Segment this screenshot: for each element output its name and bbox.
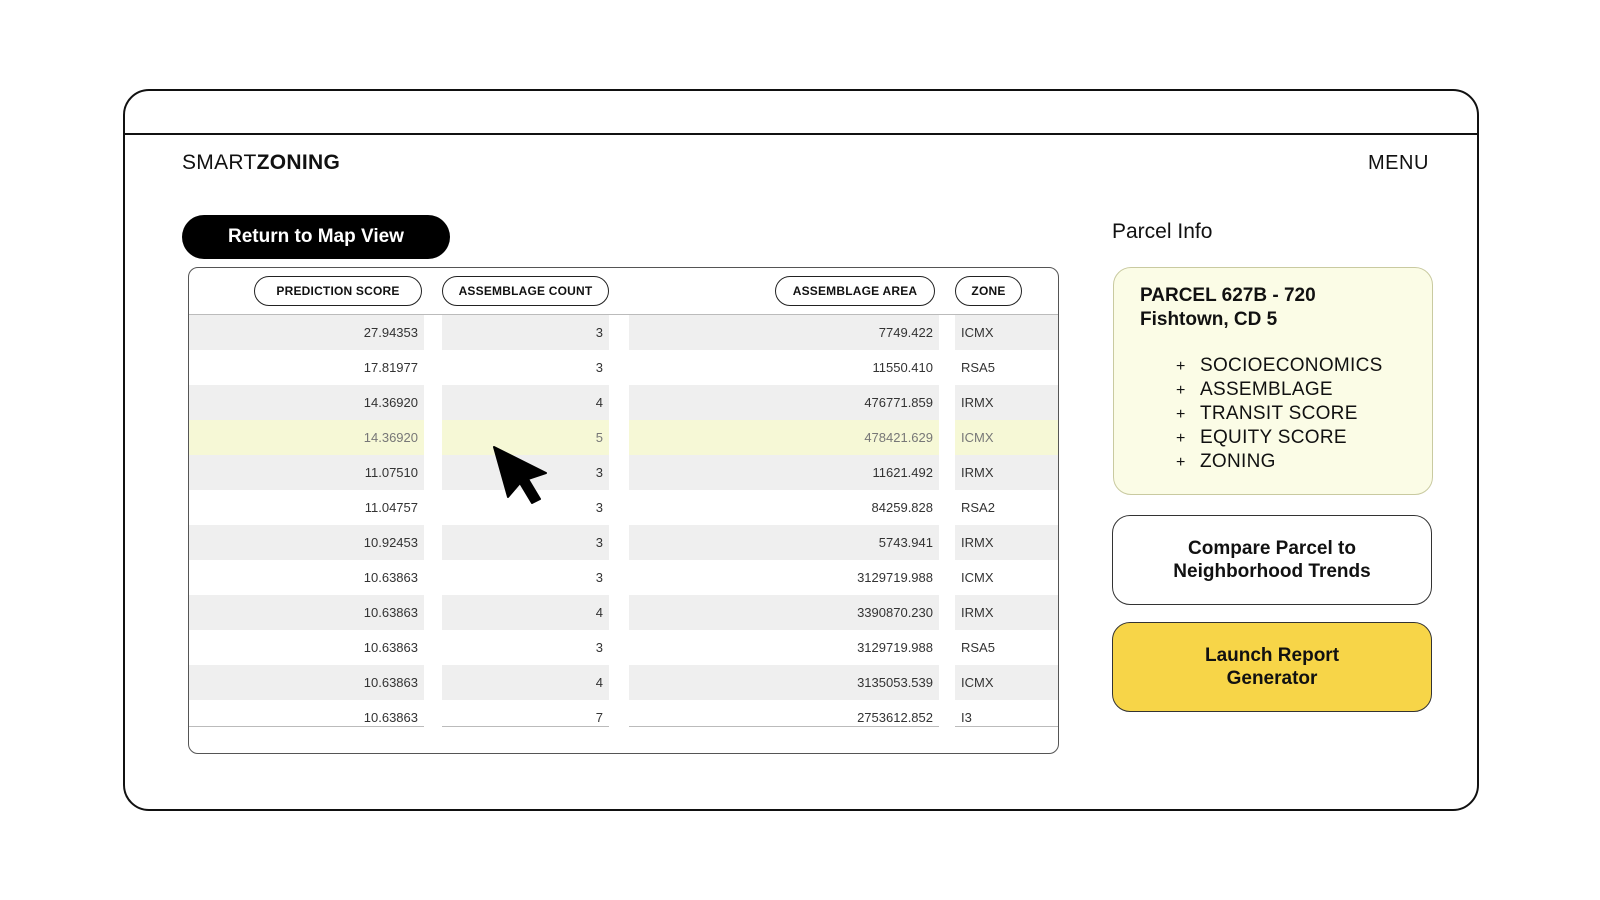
mouse-pointer-icon (493, 446, 547, 504)
cell-zone: ICMX (955, 315, 1058, 350)
cell-assemblage-count: 3 (595, 640, 603, 655)
parcel-info-title: Parcel Info (1112, 220, 1213, 243)
table-row[interactable]: 10.63863 3 3129719.988 RSA5 (189, 630, 1058, 665)
cell-prediction-score: 10.63863 (363, 710, 418, 725)
footer-divider (189, 726, 424, 727)
parcel-info-item-label: ZONING (1200, 451, 1276, 472)
parcel-location: Fishtown, CD 5 (1140, 309, 1278, 330)
launch-report-button[interactable]: Launch Report Generator (1112, 622, 1432, 712)
table-row[interactable]: 10.63863 4 3390870.230 IRMX (189, 595, 1058, 630)
cell-assemblage-count: 3 (442, 315, 609, 350)
cell-assemblage-area: 5743.941 (629, 525, 939, 560)
cell-prediction-score: 10.63863 (189, 665, 424, 700)
table-row[interactable]: 10.92453 3 5743.941 IRMX (189, 525, 1058, 560)
table-body: 27.94353 3 7749.422 ICMX 17.81977 3 11550.410 R… (189, 315, 1058, 735)
header-prediction-score[interactable]: PREDICTION SCORE (254, 276, 422, 306)
cell-assemblage-area: 3135053.539 (629, 665, 939, 700)
parcel-table: PREDICTION SCORE ASSEMBLAGE COUNT ASSEMB… (188, 267, 1059, 754)
cell-zone: IRMX (955, 385, 1058, 420)
compare-parcel-button[interactable]: Compare Parcel to Neighborhood Trends (1112, 515, 1432, 605)
cell-assemblage-area: 11550.410 (872, 360, 934, 375)
cell-zone: I3 (961, 710, 972, 725)
parcel-info-card: PARCEL 627B - 720 Fishtown, CD 5 + SOCIOE… (1113, 267, 1433, 495)
cell-assemblage-count: 4 (442, 595, 609, 630)
cell-prediction-score: 10.63863 (363, 640, 418, 655)
brand-logo-bold: ZONING (256, 151, 341, 174)
cell-assemblage-count: 4 (442, 385, 609, 420)
cell-assemblage-count: 7 (595, 710, 603, 725)
brand-logo-light: SMART (182, 151, 257, 174)
table-row[interactable]: 11.07510 3 11621.492 IRMX (189, 455, 1058, 490)
cell-prediction-score: 17.81977 (363, 360, 418, 375)
plus-icon: + (1176, 406, 1186, 423)
plus-icon: + (1176, 358, 1186, 375)
cell-assemblage-area: 84259.828 (871, 500, 933, 515)
return-to-map-button[interactable]: Return to Map View (182, 215, 450, 259)
cell-assemblage-area: 3129719.988 (857, 570, 933, 585)
table-row[interactable]: 14.36920 5 478421.629 ICMX (189, 420, 1058, 455)
cell-zone: RSA5 (961, 640, 995, 655)
cell-prediction-score: 14.36920 (189, 385, 424, 420)
cell-prediction-score: 10.63863 (189, 595, 424, 630)
parcel-info-item-label: ASSEMBLAGE (1200, 379, 1333, 400)
cell-assemblage-count: 3 (595, 360, 603, 375)
brand-logo: SMARTZONING (182, 151, 340, 175)
cell-zone: ICMX (955, 665, 1058, 700)
parcel-info-item[interactable]: + TRANSIT SCORE (1176, 402, 1383, 426)
header-assemblage-area[interactable]: ASSEMBLAGE AREA (775, 276, 935, 306)
cell-assemblage-area: 2753612.852 (857, 710, 933, 725)
plus-icon: + (1176, 430, 1186, 447)
header-zone[interactable]: ZONE (955, 276, 1022, 306)
parcel-info-item-label: EQUITY SCORE (1200, 427, 1347, 448)
table-row[interactable]: 14.36920 4 476771.859 IRMX (189, 385, 1058, 420)
cell-assemblage-count: 4 (442, 665, 609, 700)
parcel-info-item[interactable]: + EQUITY SCORE (1176, 426, 1383, 450)
parcel-info-item[interactable]: + SOCIOECONOMICS (1176, 354, 1383, 378)
cell-zone: IRMX (955, 525, 1058, 560)
cell-prediction-score: 14.36920 (189, 420, 424, 455)
cell-prediction-score: 11.04757 (364, 500, 418, 515)
table-row[interactable]: 27.94353 3 7749.422 ICMX (189, 315, 1058, 350)
cell-assemblage-area: 7749.422 (629, 315, 939, 350)
parcel-info-list: + SOCIOECONOMICS + ASSEMBLAGE + TRANSIT SCORE… (1176, 354, 1383, 474)
table-row[interactable]: 11.04757 3 84259.828 RSA2 (189, 490, 1058, 525)
parcel-id: PARCEL 627B - 720 (1140, 285, 1316, 306)
cell-prediction-score: 27.94353 (189, 315, 424, 350)
plus-icon: + (1176, 382, 1186, 399)
parcel-info-item[interactable]: + ZONING (1176, 450, 1383, 474)
menu-button[interactable]: MENU (1368, 152, 1429, 175)
cell-assemblage-count: 3 (442, 525, 609, 560)
table-row[interactable]: 10.63863 3 3129719.988 ICMX (189, 560, 1058, 595)
plus-icon: + (1176, 454, 1186, 471)
parcel-info-item-label: TRANSIT SCORE (1200, 403, 1358, 424)
cell-assemblage-area: 3390870.230 (629, 595, 939, 630)
cell-zone: ICMX (955, 420, 1058, 455)
parcel-name: PARCEL 627B - 720 Fishtown, CD 5 (1140, 284, 1316, 332)
cell-zone: ICMX (961, 570, 994, 585)
footer-divider (442, 726, 609, 727)
window-titlebar (125, 91, 1477, 135)
cell-zone: RSA2 (961, 500, 995, 515)
footer-divider (629, 726, 939, 727)
cell-assemblage-area: 476771.859 (629, 385, 939, 420)
cell-zone: RSA5 (961, 360, 995, 375)
footer-divider (955, 726, 1058, 727)
cell-prediction-score: 10.63863 (363, 570, 418, 585)
cell-assemblage-area: 11621.492 (629, 455, 939, 490)
header-assemblage-count[interactable]: ASSEMBLAGE COUNT (442, 276, 609, 306)
parcel-info-item[interactable]: + ASSEMBLAGE (1176, 378, 1383, 402)
cell-assemblage-area: 3129719.988 (857, 640, 933, 655)
parcel-info-item-label: SOCIOECONOMICS (1200, 355, 1383, 376)
cell-assemblage-area: 478421.629 (629, 420, 939, 455)
table-row[interactable]: 10.63863 7 2753612.852 I3 (189, 700, 1058, 735)
table-row[interactable]: 10.63863 4 3135053.539 ICMX (189, 665, 1058, 700)
cell-zone: IRMX (955, 595, 1058, 630)
cell-prediction-score: 10.92453 (189, 525, 424, 560)
table-row[interactable]: 17.81977 3 11550.410 RSA5 (189, 350, 1058, 385)
cell-assemblage-count: 3 (595, 570, 603, 585)
cell-zone: IRMX (955, 455, 1058, 490)
cell-prediction-score: 11.07510 (189, 455, 424, 490)
